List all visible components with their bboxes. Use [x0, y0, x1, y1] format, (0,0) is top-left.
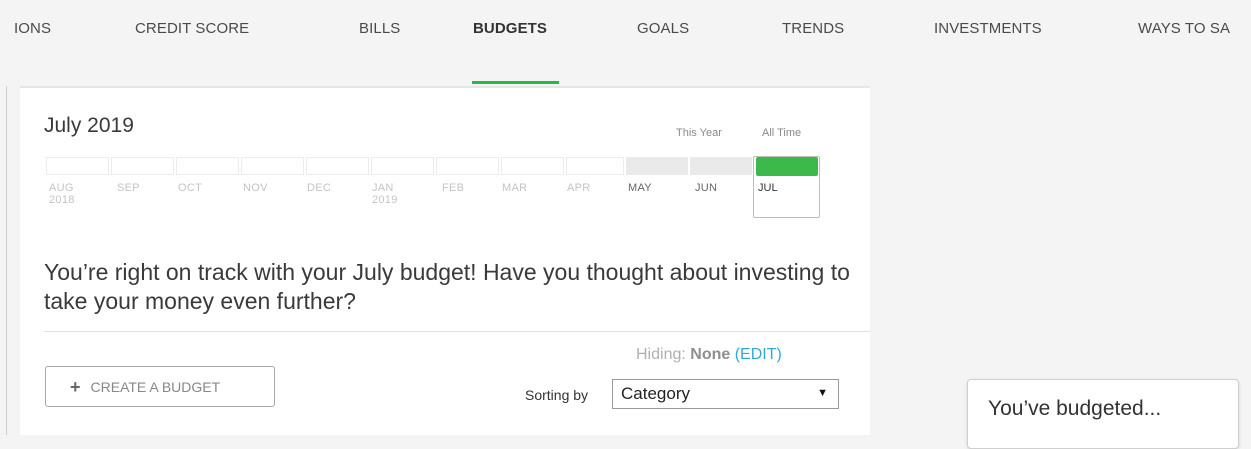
- tab-trends[interactable]: TRENDS: [782, 20, 844, 37]
- month-bar-feb[interactable]: [436, 157, 499, 175]
- month-label-aug: AUG 2018: [49, 182, 75, 206]
- create-budget-label: CREATE A BUDGET: [90, 378, 221, 395]
- tab-budgets[interactable]: BUDGETS: [473, 20, 547, 37]
- month-bar-aug[interactable]: [46, 157, 109, 175]
- month-bar-mar[interactable]: [501, 157, 564, 175]
- tab-transactions[interactable]: IONS: [14, 20, 51, 37]
- top-navigation: IONS CREDIT SCORE BILLS BUDGETS GOALS TR…: [0, 0, 1251, 86]
- plus-icon: +: [70, 376, 81, 397]
- month-bar-dec[interactable]: [306, 157, 369, 175]
- month-bar-nov[interactable]: [241, 157, 304, 175]
- tab-investments[interactable]: INVESTMENTS: [934, 20, 1042, 37]
- month-label-jun: JUN: [695, 182, 718, 194]
- tab-credit-score[interactable]: CREDIT SCORE: [135, 20, 249, 37]
- month-label-mar: MAR: [502, 182, 528, 194]
- hiding-filter: Hiding: None (EDIT): [636, 346, 782, 364]
- month-bar-apr[interactable]: [566, 157, 624, 175]
- dropdown-arrow-icon: ▼: [817, 387, 828, 399]
- month-label-jul: JUL: [758, 182, 778, 194]
- create-budget-button[interactable]: + CREATE A BUDGET: [45, 366, 275, 407]
- all-time-link[interactable]: All Time: [762, 127, 801, 139]
- month-bar-jul[interactable]: [756, 157, 818, 176]
- month-bar-jan[interactable]: [371, 157, 434, 175]
- month-label-sep: SEP: [117, 182, 140, 194]
- budget-status-message: You’re right on track with your July bud…: [44, 259, 850, 314]
- month-label-dec: DEC: [307, 182, 332, 194]
- edit-hiding-link[interactable]: (EDIT): [735, 346, 782, 363]
- sorting-select[interactable]: Category ▼: [612, 379, 839, 409]
- hiding-value: None: [690, 346, 731, 363]
- month-label-feb: FEB: [442, 182, 465, 194]
- budgeted-popup-text: You’ve budgeted...: [988, 397, 1162, 420]
- month-bar-jun[interactable]: [690, 157, 752, 175]
- month-label-nov: NOV: [243, 182, 268, 194]
- month-bar-oct[interactable]: [176, 157, 239, 175]
- sorting-label: Sorting by: [525, 387, 589, 403]
- tab-ways-to-save[interactable]: WAYS TO SA: [1138, 20, 1230, 37]
- month-label-may: MAY: [628, 182, 652, 194]
- sorting-selected-value: Category: [621, 384, 690, 403]
- month-bar-may[interactable]: [626, 157, 688, 175]
- period-title: July 2019: [44, 114, 134, 137]
- hiding-label: Hiding:: [636, 346, 686, 363]
- tab-goals[interactable]: GOALS: [637, 20, 689, 37]
- tab-bills[interactable]: BILLS: [359, 20, 400, 37]
- month-label-oct: OCT: [178, 182, 203, 194]
- active-tab-indicator: [472, 81, 559, 84]
- card-top-border: [20, 86, 870, 88]
- month-label-apr: APR: [567, 182, 591, 194]
- month-bar-sep[interactable]: [111, 157, 174, 175]
- month-label-jan: JAN 2019: [372, 182, 398, 206]
- this-year-link[interactable]: This Year: [676, 127, 722, 139]
- section-divider: [44, 331, 870, 332]
